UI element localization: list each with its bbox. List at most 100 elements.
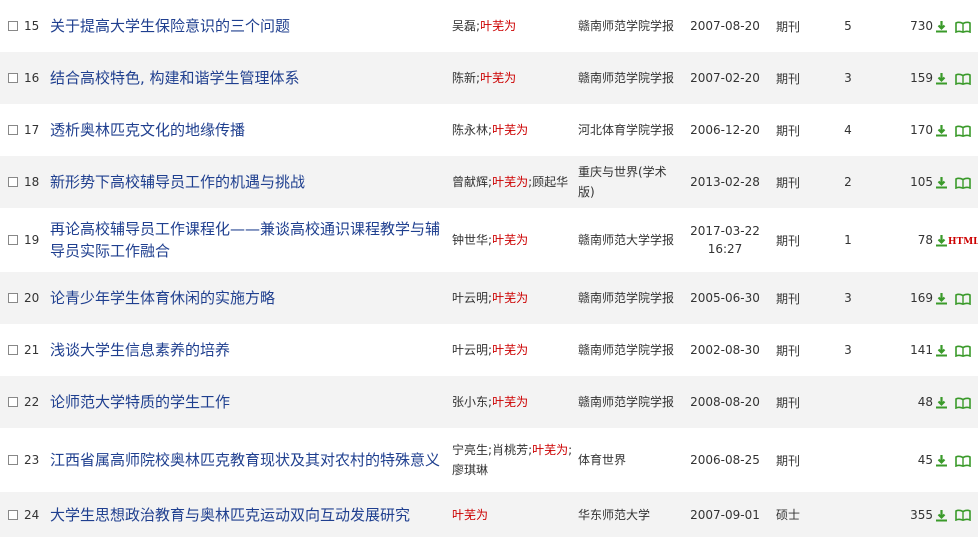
- source-link[interactable]: 赣南师范学院学报: [578, 343, 674, 357]
- author-link[interactable]: 叶芜为: [492, 343, 528, 357]
- row-checkbox[interactable]: [8, 345, 18, 356]
- row-checkbox[interactable]: [8, 397, 18, 408]
- publish-date: 2008-08-20: [690, 395, 760, 409]
- row-checkbox[interactable]: [8, 21, 18, 32]
- source-link[interactable]: 赣南师范学院学报: [578, 19, 674, 33]
- download-count: 45: [917, 453, 933, 467]
- publication-type: 期刊: [776, 395, 801, 410]
- book-icon[interactable]: [955, 125, 971, 137]
- download-count: 730: [910, 19, 933, 33]
- download-icon[interactable]: [935, 176, 948, 189]
- author-link[interactable]: 陈永林: [452, 123, 488, 137]
- cited-count[interactable]: 2: [844, 175, 852, 189]
- author-link[interactable]: 陈新: [452, 71, 476, 85]
- row-checkbox[interactable]: [8, 177, 18, 188]
- paper-title-link[interactable]: 论师范大学特质的学生工作: [50, 391, 452, 413]
- book-icon[interactable]: [955, 345, 971, 357]
- cited-count[interactable]: 5: [844, 19, 852, 33]
- author-link[interactable]: 曾献辉: [452, 175, 488, 189]
- author-link[interactable]: 吴磊: [452, 19, 476, 33]
- source-link[interactable]: 赣南师范学院学报: [578, 291, 674, 305]
- paper-title-link[interactable]: 结合高校特色, 构建和谐学生管理体系: [50, 67, 452, 89]
- source-link[interactable]: 赣南师范大学学报: [578, 233, 674, 247]
- author-link[interactable]: 叶芜为: [492, 175, 528, 189]
- row-checkbox[interactable]: [8, 455, 18, 466]
- author-link[interactable]: 叶芜为: [480, 71, 516, 85]
- row-number: 16: [24, 71, 40, 86]
- book-icon[interactable]: [955, 21, 971, 33]
- cited-count[interactable]: 3: [844, 71, 852, 85]
- author-link[interactable]: 宁亮生: [452, 443, 488, 457]
- row-checkbox[interactable]: [8, 125, 18, 136]
- publication-type: 期刊: [776, 175, 801, 190]
- paper-title-link[interactable]: 再论高校辅导员工作课程化——兼谈高校通识课程教学与辅导员实际工作融合: [50, 218, 452, 262]
- author-link[interactable]: 叶芜为: [452, 508, 488, 522]
- download-icon[interactable]: [935, 20, 948, 33]
- publication-type: 期刊: [776, 291, 801, 306]
- source-link[interactable]: 赣南师范学院学报: [578, 71, 674, 85]
- author-link[interactable]: 叶芜为: [480, 19, 516, 33]
- author-link[interactable]: 叶芜为: [532, 443, 568, 457]
- table-row: 23 江西省属高师院校奥林匹克教育现状及其对农村的特殊意义 宁亮生;肖桃芳;叶芜为;…: [0, 428, 978, 492]
- table-row: 17 透析奥林匹克文化的地缘传播 陈永林;叶芜为 河北体育学院学报 2006-12-20…: [0, 104, 978, 156]
- book-icon[interactable]: [955, 397, 971, 409]
- row-checkbox[interactable]: [8, 73, 18, 84]
- author-link[interactable]: 肖桃芳: [492, 443, 528, 457]
- table-row: 16 结合高校特色, 构建和谐学生管理体系 陈新;叶芜为 赣南师范学院学报 2007-0…: [0, 52, 978, 104]
- row-number: 22: [24, 395, 40, 410]
- publication-type: 期刊: [776, 233, 801, 248]
- source-link[interactable]: 赣南师范学院学报: [578, 395, 674, 409]
- cited-count[interactable]: 4: [844, 123, 852, 137]
- author-link[interactable]: 钟世华: [452, 233, 488, 247]
- author-separator: ;: [568, 443, 573, 457]
- download-icon[interactable]: [935, 72, 948, 85]
- paper-title-link[interactable]: 大学生思想政治教育与奥林匹克运动双向互动发展研究: [50, 504, 452, 526]
- publish-date: 2013-02-28: [690, 175, 760, 189]
- download-icon[interactable]: [935, 344, 948, 357]
- row-checkbox[interactable]: [8, 293, 18, 304]
- author-link[interactable]: 叶云明: [452, 291, 488, 305]
- book-icon[interactable]: [955, 177, 971, 189]
- paper-title-link[interactable]: 透析奥林匹克文化的地缘传播: [50, 119, 452, 141]
- download-count: 141: [910, 343, 933, 357]
- paper-title-link[interactable]: 新形势下高校辅导员工作的机遇与挑战: [50, 171, 452, 193]
- source-link[interactable]: 重庆与世界(学术版): [578, 165, 667, 199]
- book-icon[interactable]: [955, 293, 971, 305]
- row-number: 24: [24, 507, 40, 522]
- download-icon[interactable]: [935, 124, 948, 137]
- html-read-link[interactable]: HTML: [948, 237, 978, 247]
- book-icon[interactable]: [955, 455, 971, 467]
- author-link[interactable]: 廖琪琳: [452, 463, 488, 477]
- book-icon[interactable]: [955, 509, 971, 522]
- source-link[interactable]: 河北体育学院学报: [578, 123, 674, 137]
- paper-title-link[interactable]: 关于提高大学生保险意识的三个问题: [50, 15, 452, 37]
- book-icon[interactable]: [955, 73, 971, 85]
- download-icon[interactable]: [935, 396, 948, 409]
- paper-title-link[interactable]: 江西省属高师院校奥林匹克教育现状及其对农村的特殊意义: [50, 449, 452, 471]
- cited-count[interactable]: 3: [844, 291, 852, 305]
- download-icon[interactable]: [935, 292, 948, 305]
- author-link[interactable]: 叶芜为: [492, 291, 528, 305]
- cited-count[interactable]: 3: [844, 343, 852, 357]
- author-link[interactable]: 叶芜为: [492, 123, 528, 137]
- author-link[interactable]: 张小东: [452, 395, 488, 409]
- row-checkbox[interactable]: [8, 235, 18, 246]
- paper-title-link[interactable]: 浅谈大学生信息素养的培养: [50, 339, 452, 361]
- results-table: 15 关于提高大学生保险意识的三个问题 吴磊;叶芜为 赣南师范学院学报 2007-08-…: [0, 0, 978, 537]
- row-checkbox[interactable]: [8, 509, 18, 520]
- author-link[interactable]: 叶芜为: [492, 233, 528, 247]
- author-link[interactable]: 顾起华: [532, 175, 568, 189]
- download-icon[interactable]: [935, 234, 948, 247]
- author-link[interactable]: 叶芜为: [492, 395, 528, 409]
- download-count: 78: [917, 233, 933, 247]
- download-icon[interactable]: [935, 454, 948, 467]
- cited-count[interactable]: 1: [844, 233, 852, 247]
- author-link[interactable]: 叶云明: [452, 343, 488, 357]
- source-link[interactable]: 华东师范大学: [578, 508, 650, 522]
- source-link[interactable]: 体育世界: [578, 453, 626, 467]
- download-icon[interactable]: [935, 509, 948, 522]
- paper-title-link[interactable]: 论青少年学生体育休闲的实施方略: [50, 287, 452, 309]
- table-row: 20 论青少年学生体育休闲的实施方略 叶云明;叶芜为 赣南师范学院学报 2005-06-…: [0, 272, 978, 324]
- row-number: 20: [24, 291, 40, 306]
- download-count: 169: [910, 291, 933, 305]
